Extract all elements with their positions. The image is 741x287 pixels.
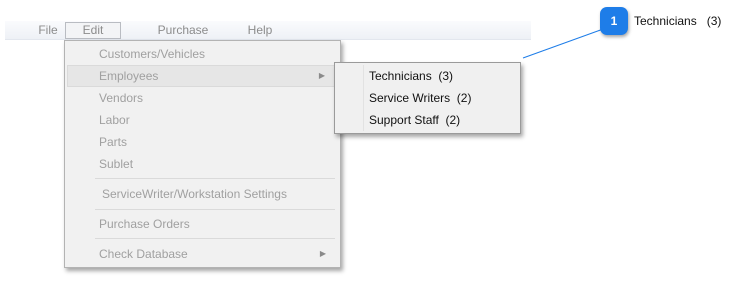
menu-purchase[interactable]: Purchase [154,22,212,39]
menu-bar: File Edit Purchase Help [5,21,531,40]
screenshot: File Edit Purchase Help Customers/Vehicl… [0,0,741,287]
employees-submenu: Technicians (3) Service Writers (2) Supp… [334,62,521,134]
menu-item-check-database[interactable]: Check Database ▶ [67,243,338,265]
chevron-right-icon: ▶ [319,249,326,258]
menu-edit[interactable]: Edit [65,22,121,39]
menu-item-servicewriter-settings[interactable]: ServiceWriter/Workstation Settings [67,183,338,205]
submenu-item-support-staff[interactable]: Support Staff (2) [369,109,460,131]
menu-item-employees[interactable]: Employees ▶ [67,65,338,87]
menu-separator [95,238,335,239]
submenu-item-technicians[interactable]: Technicians (3) [369,65,453,87]
menu-item-purchase-orders[interactable]: Purchase Orders [67,213,338,235]
submenu-item-service-writers[interactable]: Service Writers (2) [369,87,471,109]
menu-separator [95,178,335,179]
menu-item-parts[interactable]: Parts [67,131,338,153]
menu-item-sublet[interactable]: Sublet [67,153,338,175]
callout-label: Technicians (3) [634,14,722,28]
menu-item-customers-vehicles[interactable]: Customers/Vehicles [67,43,338,65]
chevron-right-icon: ▶ [318,71,325,80]
menu-item-labor[interactable]: Labor [67,109,338,131]
callout-number-badge: 1 [600,7,628,35]
menu-item-vendors[interactable]: Vendors [67,87,338,109]
menu-help[interactable]: Help [245,22,275,39]
menu-separator [95,209,335,210]
menu-file[interactable]: File [38,22,58,39]
edit-menu: Customers/Vehicles Employees ▶ Vendors La… [64,40,341,268]
menu-gutter [363,65,364,131]
